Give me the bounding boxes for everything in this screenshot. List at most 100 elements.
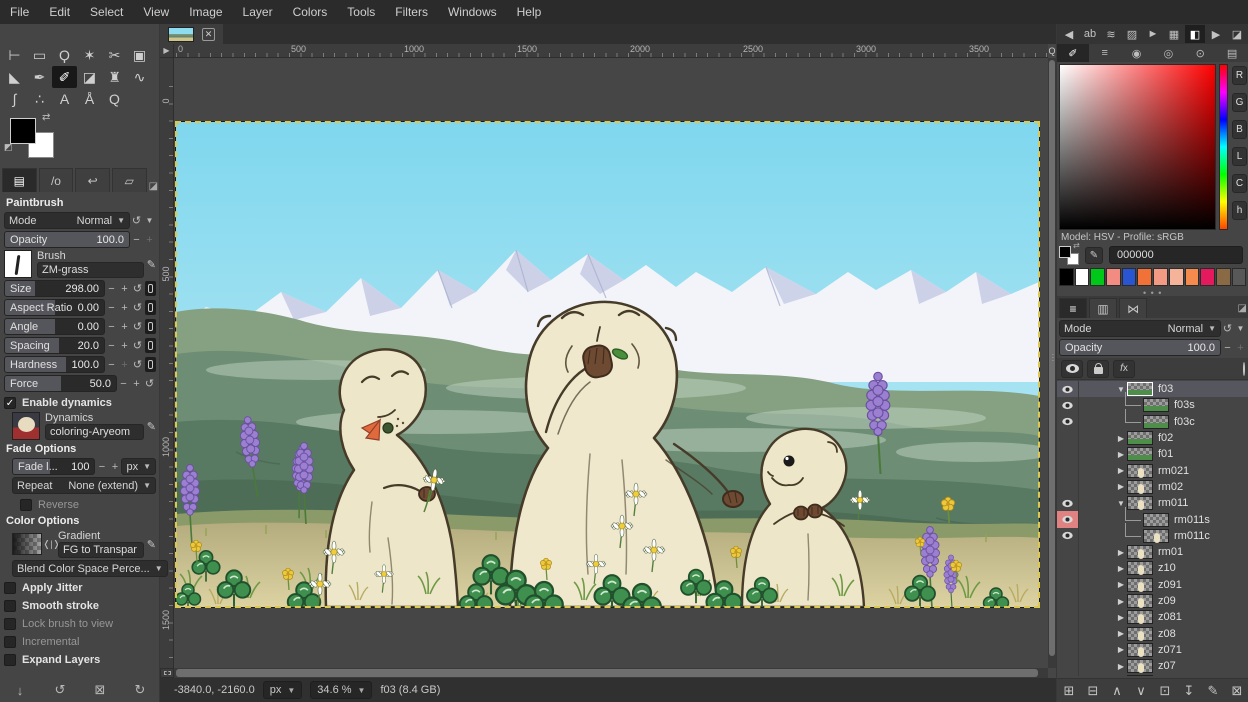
smooth-stroke-checkbox[interactable] xyxy=(4,600,16,612)
visibility-toggle[interactable] xyxy=(1057,414,1079,430)
layer-mode-menu-button[interactable]: ▼ xyxy=(1234,321,1247,336)
add-mask-button[interactable]: ✎ xyxy=(1203,683,1223,699)
paths-tool[interactable]: ∫ xyxy=(2,88,27,110)
decrease-button[interactable]: − xyxy=(117,376,130,391)
menu-view[interactable]: View xyxy=(133,0,179,24)
search-icon[interactable] xyxy=(1243,363,1245,375)
tool-options-tab-menu[interactable]: ◪ xyxy=(149,181,158,192)
lock-alpha-button[interactable]: fx xyxy=(1113,360,1135,378)
layer-name[interactable]: z08 xyxy=(1158,628,1176,640)
duplicate-layer-button[interactable]: ⊡ xyxy=(1155,683,1175,699)
layer-thumbnail[interactable] xyxy=(1127,610,1153,624)
new-layer-button[interactable]: ⊞ xyxy=(1059,683,1079,699)
brush-name-field[interactable]: ZM-grass xyxy=(37,262,144,278)
layer-row-rm021[interactable]: ▶rm021 xyxy=(1057,462,1248,478)
layer-row-z10[interactable]: ▶z10 xyxy=(1057,560,1248,576)
layer-name[interactable]: rm02 xyxy=(1158,481,1183,493)
ink-tool[interactable]: ✒ xyxy=(27,66,52,88)
layer-name[interactable]: z081 xyxy=(1158,611,1182,623)
decrease-button[interactable]: − xyxy=(105,281,118,296)
layer-opacity-increase-button[interactable]: + xyxy=(1234,340,1247,355)
expander-icon[interactable]: ▶ xyxy=(1115,580,1127,589)
visibility-toggle[interactable] xyxy=(1057,625,1079,641)
tab-brushes[interactable]: ≋ xyxy=(1101,25,1121,43)
dock-resize-grip[interactable]: ⋯ xyxy=(1047,353,1058,362)
dynamics-edit-icon[interactable]: ✎ xyxy=(147,420,156,433)
apply-jitter-row[interactable]: Apply Jitter xyxy=(4,579,156,596)
hardness-slider[interactable]: Hardness100.0 xyxy=(4,356,105,373)
layer-name[interactable]: rm021 xyxy=(1158,465,1189,477)
quick-mask-toggle[interactable] xyxy=(160,668,174,678)
delete-tool-preset-button[interactable]: ⊠ xyxy=(89,682,111,698)
eraser-tool[interactable]: ◪ xyxy=(77,66,102,88)
smooth-stroke-row[interactable]: Smooth stroke xyxy=(4,597,156,614)
expander-icon[interactable]: ▶ xyxy=(1115,597,1127,606)
tab-colors[interactable]: ◧ xyxy=(1185,25,1205,43)
delete-layer-button[interactable]: ⊠ xyxy=(1227,683,1247,699)
expander-icon[interactable]: ▶ xyxy=(1115,645,1127,654)
aspect-ratio-slider[interactable]: Aspect Ratio0.00 xyxy=(4,299,105,316)
expander-icon[interactable]: ▶ xyxy=(1115,482,1127,491)
foreground-color-swatch[interactable] xyxy=(10,118,36,144)
decrease-button[interactable]: − xyxy=(105,357,118,372)
enable-dynamics-row[interactable]: ✓ Enable dynamics xyxy=(4,394,156,411)
paintbrush-tool[interactable]: ✐ xyxy=(52,66,77,88)
layer-thumbnail[interactable] xyxy=(1127,659,1153,673)
menu-windows[interactable]: Windows xyxy=(438,0,507,24)
measure-tool[interactable]: Å xyxy=(77,88,102,110)
color-swatch[interactable] xyxy=(1185,268,1200,286)
gradient-edit-icon[interactable]: ✎ xyxy=(147,538,156,551)
visibility-toggle[interactable] xyxy=(1057,544,1079,560)
vertical-scrollbar[interactable] xyxy=(1048,58,1056,668)
layer-thumbnail[interactable] xyxy=(1127,464,1153,478)
decrease-button[interactable]: − xyxy=(105,319,118,334)
increase-button[interactable]: + xyxy=(118,300,131,315)
channel-button-G[interactable]: G xyxy=(1232,93,1247,112)
fade-decrease-button[interactable]: − xyxy=(95,459,108,474)
color-swatch[interactable] xyxy=(1122,268,1137,286)
transform-tool[interactable]: ▣ xyxy=(127,44,152,66)
lock-visibility-button[interactable] xyxy=(1061,360,1083,378)
layer-name[interactable]: f01 xyxy=(1158,448,1173,460)
visibility-toggle[interactable] xyxy=(1057,495,1079,511)
foreground-color-swatch[interactable] xyxy=(1059,246,1071,258)
dynamics-thumbnail[interactable] xyxy=(12,412,40,440)
tab-patterns[interactable]: ▦ xyxy=(1164,25,1184,43)
menu-tools[interactable]: Tools xyxy=(337,0,385,24)
link-to-brush-icon[interactable] xyxy=(145,338,156,353)
layer-name[interactable]: z091 xyxy=(1158,579,1182,591)
channel-button-B[interactable]: B xyxy=(1232,120,1247,139)
dock-scroll-left[interactable]: ◀ xyxy=(1059,25,1079,43)
layer-row-rm01[interactable]: ▶rm01 xyxy=(1057,544,1248,560)
layer-row-f03c[interactable]: f03c xyxy=(1057,414,1248,430)
layer-thumbnail[interactable] xyxy=(1127,643,1153,657)
layer-opacity-decrease-button[interactable]: − xyxy=(1221,340,1234,355)
color-swatch[interactable] xyxy=(1075,268,1090,286)
layer-thumbnail[interactable] xyxy=(1143,529,1169,543)
expander-icon[interactable]: ▶ xyxy=(1115,662,1127,671)
lock-pixels-button[interactable] xyxy=(1087,360,1109,378)
tab-undo-history[interactable]: ↩ xyxy=(75,168,110,192)
color-swatch[interactable] xyxy=(1106,268,1121,286)
layer-name[interactable]: f03s xyxy=(1174,399,1195,411)
new-group-button[interactable]: ⊟ xyxy=(1083,683,1103,699)
layer-name[interactable]: rm01 xyxy=(1158,546,1183,558)
layer-row-rm011c[interactable]: rm011c xyxy=(1057,528,1248,544)
menu-colors[interactable]: Colors xyxy=(283,0,338,24)
opacity-increase-button[interactable]: + xyxy=(143,232,156,247)
apply-jitter-checkbox[interactable] xyxy=(4,582,16,594)
enable-dynamics-checkbox[interactable]: ✓ xyxy=(4,397,16,409)
visibility-toggle[interactable] xyxy=(1057,593,1079,609)
color-tab-cmyk[interactable]: ≡ xyxy=(1089,44,1121,62)
merge-down-button[interactable]: ↧ xyxy=(1179,683,1199,699)
mode-reset-button[interactable]: ↺ xyxy=(130,213,143,228)
layer-thumbnail[interactable] xyxy=(1127,627,1153,641)
expander-icon[interactable]: ▶ xyxy=(1115,564,1127,573)
fade-unit-dropdown[interactable]: px ▼ xyxy=(121,458,156,475)
hue-strip[interactable] xyxy=(1219,64,1228,230)
channel-button-C[interactable]: C xyxy=(1232,174,1247,193)
gradient-name-field[interactable]: FG to Transpar xyxy=(58,542,144,558)
brush-edit-icon[interactable]: ✎ xyxy=(147,258,156,271)
visibility-toggle[interactable] xyxy=(1057,609,1079,625)
reset-button[interactable]: ↺ xyxy=(131,357,144,372)
